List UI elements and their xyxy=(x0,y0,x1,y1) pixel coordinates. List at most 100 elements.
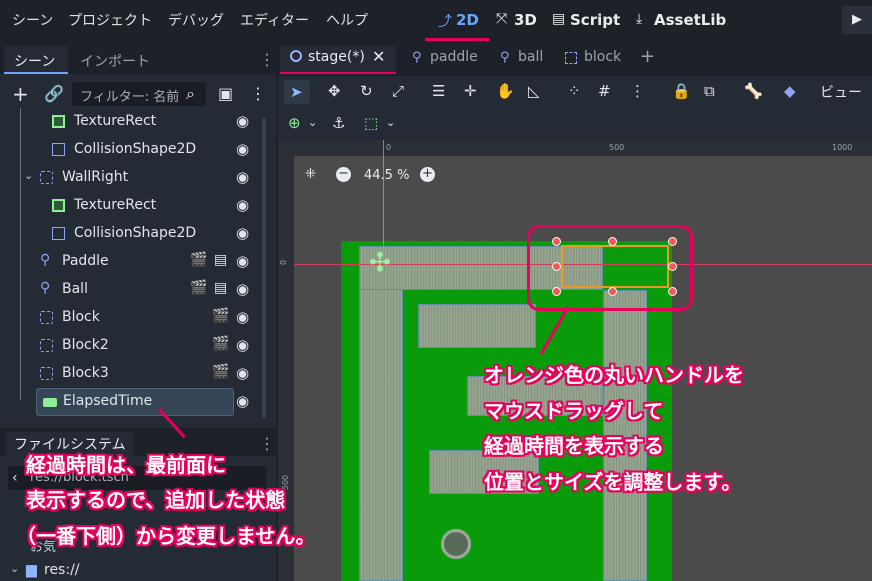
workspace-assetlib-button[interactable]: ⤓ AssetLib xyxy=(636,11,726,31)
character-body-icon: ⚲ xyxy=(40,280,51,296)
visibility-eye-icon[interactable]: ◉ xyxy=(236,308,249,326)
tree-row[interactable]: ⚲ Paddle 🎬 ▤ ◉ xyxy=(6,248,260,276)
zoom-in-button[interactable]: + xyxy=(420,167,435,182)
grid-snap-icon[interactable]: # xyxy=(598,82,611,100)
tab-paddle[interactable]: paddle xyxy=(430,49,478,65)
script-icon[interactable]: ▤ xyxy=(214,280,227,296)
snap-options-icon[interactable]: ⋮ xyxy=(630,82,645,100)
tab-stage[interactable]: stage(*) xyxy=(308,49,365,65)
visibility-eye-icon[interactable]: ◉ xyxy=(236,252,249,270)
dock-menu-icon[interactable]: ⋮ xyxy=(259,50,275,70)
view-menu[interactable]: ビュー xyxy=(820,82,862,102)
add-tab-icon[interactable]: + xyxy=(640,46,655,67)
tree-row[interactable]: TextureRect ◉ xyxy=(6,192,260,220)
block[interactable] xyxy=(418,304,536,348)
tree-row[interactable]: Block 🎬 ◉ xyxy=(6,304,260,332)
chevron-down-icon[interactable]: ⌄ xyxy=(10,562,19,575)
pan-mode-icon[interactable]: ✋ xyxy=(496,82,515,100)
scene-options-icon[interactable]: ⋮ xyxy=(250,84,266,104)
tree-row[interactable]: CollisionShape2D ◉ xyxy=(6,136,260,164)
chevron-down-icon[interactable]: ⌄ xyxy=(24,169,33,182)
workspace-script-button[interactable]: ▤ Script xyxy=(552,11,622,31)
attach-script-icon[interactable]: ▣ xyxy=(218,84,233,104)
tab-ball[interactable]: ball xyxy=(518,49,543,65)
dock-menu-icon[interactable]: ⋮ xyxy=(259,434,275,454)
workspace-2d-button[interactable]: ⤴ 2D xyxy=(438,11,498,31)
back-icon[interactable]: ‹ xyxy=(12,468,18,488)
container-sizing-icon[interactable]: ⬚ xyxy=(364,114,378,132)
workspace-2d-label: 2D xyxy=(456,11,479,29)
ruler-label: 0 xyxy=(386,143,392,152)
menu-debug[interactable]: デバッグ xyxy=(168,10,224,30)
tree-row[interactable]: TextureRect ◉ xyxy=(6,108,260,136)
open-scene-icon[interactable]: 🎬 xyxy=(212,364,229,380)
center-view-icon[interactable]: ⁜ xyxy=(305,167,316,182)
download-icon: ⤓ xyxy=(636,11,643,27)
texture-rect-icon xyxy=(52,115,65,128)
link-icon[interactable]: 🔗 xyxy=(44,84,64,104)
add-anchor-icon[interactable]: ⊕ xyxy=(288,114,301,132)
visibility-eye-icon[interactable]: ◉ xyxy=(236,140,249,158)
open-scene-icon[interactable]: 🎬 xyxy=(190,252,207,268)
tab-import[interactable]: インポート xyxy=(80,51,150,71)
scale-mode-icon[interactable]: ⤢ xyxy=(392,82,404,100)
paddle-pivot-icon[interactable]: ✣ xyxy=(369,250,391,276)
menu-scene[interactable]: シーン xyxy=(12,10,53,30)
script-icon[interactable]: ▤ xyxy=(214,252,227,268)
tree-row[interactable]: CollisionShape2D ◉ xyxy=(6,220,260,248)
node2d-icon xyxy=(565,52,577,64)
wall-left[interactable] xyxy=(359,246,403,581)
menu-help[interactable]: ヘルプ xyxy=(326,10,368,30)
chevron-down-icon[interactable]: ⌄ xyxy=(386,116,395,129)
filter-placeholder: フィルター: 名前 xyxy=(80,90,180,105)
tree-row[interactable]: Block3 🎬 ◉ xyxy=(6,360,260,388)
chevron-down-icon[interactable]: ⌄ xyxy=(308,116,317,129)
tree-scrollbar[interactable] xyxy=(262,118,266,418)
camera-icon[interactable]: ◆ xyxy=(784,82,796,100)
ruler-mode-icon[interactable]: ◺ xyxy=(528,82,540,100)
pivot-mode-icon[interactable]: ✛ xyxy=(464,82,477,100)
zoom-level[interactable]: 44.5 % xyxy=(364,168,409,183)
tree-row-selected[interactable]: ElapsedTime xyxy=(36,388,234,416)
add-node-icon[interactable]: + xyxy=(12,84,29,104)
tab-block[interactable]: block xyxy=(584,49,621,65)
open-scene-icon[interactable]: 🎬 xyxy=(190,280,207,296)
tab-scene[interactable]: シーン xyxy=(14,51,55,71)
zoom-out-button[interactable]: − xyxy=(336,167,351,182)
tree-row[interactable]: Block2 🎬 ◉ xyxy=(6,332,260,360)
lock-icon[interactable]: 🔒 xyxy=(672,82,691,100)
workspace-3d-button[interactable]: ⤧ 3D xyxy=(496,11,540,31)
visibility-eye-icon[interactable]: ◉ xyxy=(236,336,249,354)
bone-icon[interactable]: 🦴 xyxy=(744,82,763,100)
close-tab-icon[interactable]: ✕ xyxy=(372,47,385,66)
collision-shape-icon xyxy=(52,227,65,240)
visibility-eye-icon[interactable]: ◉ xyxy=(236,168,249,186)
list-select-icon[interactable]: ☰ xyxy=(432,82,445,100)
ball[interactable] xyxy=(441,529,471,559)
annotation-left-line: （一番下側）から変更しません。 xyxy=(16,524,316,548)
group-icon[interactable]: ⧉ xyxy=(704,82,715,100)
menu-project[interactable]: プロジェクト xyxy=(68,10,152,30)
menu-editor[interactable]: エディター xyxy=(240,10,309,30)
tree-row[interactable]: ⌄ WallRight ◉ xyxy=(6,164,260,192)
visibility-eye-icon[interactable]: ◉ xyxy=(236,392,249,410)
anchor-icon[interactable]: ⚓ xyxy=(332,114,345,132)
play-button[interactable]: ▶ xyxy=(842,6,872,34)
visibility-eye-icon[interactable]: ◉ xyxy=(236,112,249,130)
visibility-eye-icon[interactable]: ◉ xyxy=(236,280,249,298)
move-mode-icon[interactable]: ✥ xyxy=(328,82,341,100)
filesystem-root[interactable]: res:// xyxy=(44,562,80,578)
tree-row-label: TextureRect xyxy=(74,197,157,213)
visibility-eye-icon[interactable]: ◉ xyxy=(236,224,249,242)
visibility-eye-icon[interactable]: ◉ xyxy=(236,364,249,382)
label-icon xyxy=(43,398,57,407)
smart-snap-icon[interactable]: ⁘ xyxy=(568,82,581,100)
visibility-eye-icon[interactable]: ◉ xyxy=(236,196,249,214)
ruler-label: 1000 xyxy=(832,143,853,152)
tree-row[interactable]: ⚲ Ball 🎬 ▤ ◉ xyxy=(6,276,260,304)
annotation-right-line: オレンジ色の丸いハンドルを xyxy=(484,363,744,387)
open-scene-icon[interactable]: 🎬 xyxy=(212,308,229,324)
rotate-mode-icon[interactable]: ↻ xyxy=(360,82,373,100)
open-scene-icon[interactable]: 🎬 xyxy=(212,336,229,352)
workspace-assetlib-label: AssetLib xyxy=(654,11,727,29)
